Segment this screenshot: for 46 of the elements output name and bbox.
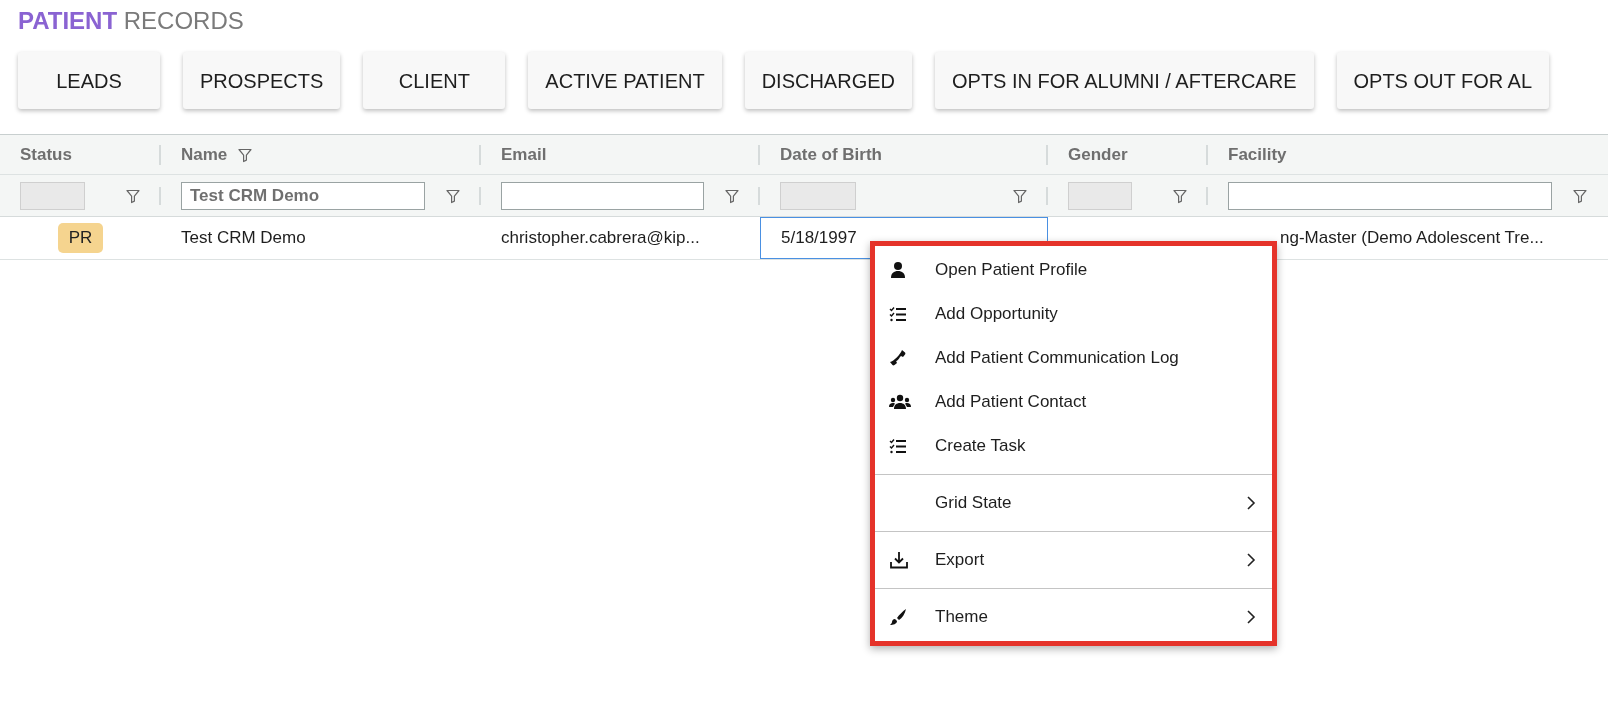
column-header[interactable]: Email	[501, 141, 547, 168]
column-header[interactable]: Status	[20, 141, 72, 168]
filter-icon[interactable]	[125, 187, 141, 204]
filter-icon[interactable]	[724, 187, 740, 204]
table-cell-text: christopher.cabrera@kip...	[501, 227, 700, 250]
filter-field[interactable]: Test CRM Demo	[181, 181, 425, 210]
stage-button[interactable]: CLIENT	[363, 52, 506, 109]
filter-icon[interactable]	[1012, 187, 1028, 204]
menu-item[interactable]: Export	[875, 538, 1272, 582]
page-title: PATIENT RECORDS	[18, 6, 244, 36]
table-cell-text: 5/18/1997	[781, 227, 857, 250]
table-cell-text: ng-Master (Demo Adolescent Tre...	[1280, 227, 1544, 250]
stage-button[interactable]: PROSPECTS	[183, 52, 341, 109]
stage-button[interactable]: ACTIVE PATIENT	[528, 52, 722, 109]
menu-item[interactable]: Open Patient Profile	[875, 248, 1272, 292]
brush-icon	[889, 608, 907, 626]
stage-button[interactable]: DISCHARGED	[744, 52, 912, 109]
filter-icon[interactable]	[445, 187, 461, 204]
person-icon	[889, 261, 907, 279]
column-header[interactable]: Date of Birth	[780, 141, 882, 168]
filter-icon[interactable]	[237, 146, 254, 163]
chevron-right-icon	[1246, 609, 1256, 625]
download-icon	[889, 551, 909, 569]
column-header[interactable]: Facility	[1228, 141, 1287, 168]
filter-icon[interactable]	[1572, 187, 1588, 204]
menu-item[interactable]: Theme	[875, 595, 1272, 639]
stage-button[interactable]: LEADS	[18, 52, 160, 109]
menu-item[interactable]: Add Patient Communication Log	[875, 336, 1272, 380]
filter-field[interactable]	[501, 181, 704, 210]
filter-icon[interactable]	[1172, 187, 1188, 204]
people-icon	[889, 394, 911, 410]
status-badge: PR	[57, 223, 104, 253]
column-header[interactable]: Name	[181, 141, 228, 168]
column-header[interactable]: Gender	[1068, 141, 1128, 168]
chevron-right-icon	[1246, 552, 1256, 568]
menu-item[interactable]: Add Patient Contact	[875, 380, 1272, 424]
chevron-right-icon	[1246, 495, 1256, 511]
stage-button[interactable]: OPTS IN FOR ALUMNI / AFTERCARE	[935, 52, 1314, 109]
table-cell-text: Test CRM Demo	[181, 227, 306, 250]
menu-item[interactable]: Add Opportunity	[875, 292, 1272, 336]
menu-item[interactable]: Grid State	[875, 481, 1272, 525]
checklist-icon	[889, 306, 907, 322]
filter-field[interactable]	[1228, 181, 1552, 210]
menu-item[interactable]: Create Task	[875, 424, 1272, 468]
stage-button[interactable]: OPTS OUT FOR AL	[1336, 52, 1550, 109]
checklist-icon	[889, 438, 907, 454]
